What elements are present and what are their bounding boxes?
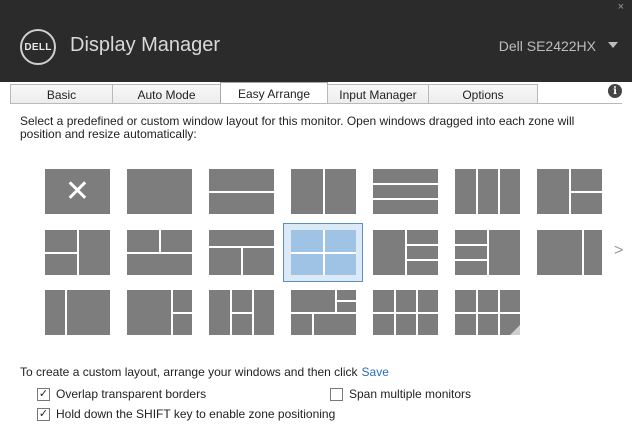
layout-tile-right-left-split[interactable] [45,230,110,275]
layout-tile-clear[interactable]: ✕ [45,169,110,214]
layout-tile-narrow-left[interactable] [45,290,110,335]
zone-divider [291,252,356,254]
zone-divider [127,252,192,254]
chevron-down-icon[interactable] [608,42,618,48]
title-bar: DELL Display Manager Dell SE2422HX × [0,0,632,82]
zone-divider [323,169,325,214]
layout-tile-narrow-right-split[interactable] [127,290,192,335]
zone-divider [487,230,489,275]
zone-divider [476,290,478,335]
close-icon: ✕ [64,174,91,209]
zone-divider [455,259,487,261]
zone-divider [209,191,274,193]
monitor-selector[interactable]: Dell SE2422HX [499,38,596,54]
layout-tile-3-rows[interactable] [373,169,438,214]
save-link[interactable]: Save [362,365,389,379]
overlap-borders-label: Overlap transparent borders [56,387,207,401]
layout-tile-bottom-split[interactable] [209,230,274,275]
layout-tile-2x2-grid[interactable] [291,230,356,275]
zone-divider [77,230,79,275]
layout-tile-3-left-right[interactable] [455,230,520,275]
zone-divider [498,169,500,214]
tab-easy-arrange[interactable]: Easy Arrange [220,82,328,104]
custom-layout-hint: To create a custom layout, arrange your … [20,365,389,379]
zone-divider [65,290,67,335]
close-icon[interactable]: × [618,1,624,13]
layout-tile-3x2-grid-alt[interactable] [455,290,520,335]
layout-tile-3x2-grid[interactable] [373,290,438,335]
span-monitors-label: Span multiple monitors [349,387,472,401]
zone-divider [405,230,407,275]
chevron-right-icon[interactable]: > [614,242,623,260]
zone-divider [373,312,438,314]
layout-tile-wide-left[interactable] [537,230,602,275]
resize-corner-icon [510,325,520,335]
zone-divider [291,312,356,314]
zone-divider [476,169,478,214]
zone-divider [45,252,77,254]
overlap-borders-option[interactable]: ✓ Overlap transparent borders [37,387,206,401]
zone-divider [373,183,438,185]
tab-bar: Basic Auto Mode Easy Arrange Input Manag… [10,82,622,104]
tab-options[interactable]: Options [428,84,538,104]
layout-tile-2-columns[interactable] [291,169,356,214]
zone-divider [241,248,243,275]
shift-zone-option[interactable]: ✓ Hold down the SHIFT key to enable zone… [37,407,335,421]
zone-divider [455,244,487,246]
layout-tile-full[interactable] [127,169,192,214]
shift-zone-label: Hold down the SHIFT key to enable zone p… [56,407,336,421]
zone-divider [312,314,314,335]
tab-input-manager[interactable]: Input Manager [327,84,429,104]
span-monitors-option[interactable]: Span multiple monitors [330,387,471,401]
zone-divider [498,290,500,335]
tab-divider [10,103,622,104]
zone-divider [571,191,602,193]
zone-divider [407,244,438,246]
layout-tile-left-right-split[interactable] [537,169,602,214]
span-monitors-checkbox[interactable] [330,387,343,401]
tab-basic[interactable]: Basic [10,84,113,104]
zone-divider [232,312,252,314]
layout-tile-3-columns-split[interactable] [209,290,274,335]
zone-divider [582,230,584,275]
zone-divider [407,259,438,261]
zone-divider [394,290,396,335]
layout-tile-3-columns[interactable] [455,169,520,214]
layout-tile-2-rows[interactable] [209,169,274,214]
zone-divider [373,198,438,200]
tab-auto-mode[interactable]: Auto Mode [112,84,221,104]
zone-divider [252,290,254,335]
dell-logo-icon: DELL [20,29,56,65]
zone-divider [337,300,356,302]
info-icon[interactable]: i [608,84,622,98]
zone-divider [416,290,418,335]
zone-divider [159,230,161,252]
instructions-text: Select a predefined or custom window lay… [20,114,575,141]
layout-tile-mixed-grid[interactable] [291,290,356,335]
app-title: Display Manager [70,34,221,56]
zone-divider [455,312,520,314]
custom-layout-text: To create a custom layout, arrange your … [20,365,358,379]
overlap-borders-checkbox[interactable]: ✓ [37,387,50,401]
shift-zone-checkbox[interactable]: ✓ [37,407,50,421]
layout-tile-left-3-right[interactable] [373,230,438,275]
zone-divider [173,312,192,314]
display-manager-window: DELL Display Manager Dell SE2422HX × Bas… [0,0,632,427]
layout-tile-top-split[interactable] [127,230,192,275]
